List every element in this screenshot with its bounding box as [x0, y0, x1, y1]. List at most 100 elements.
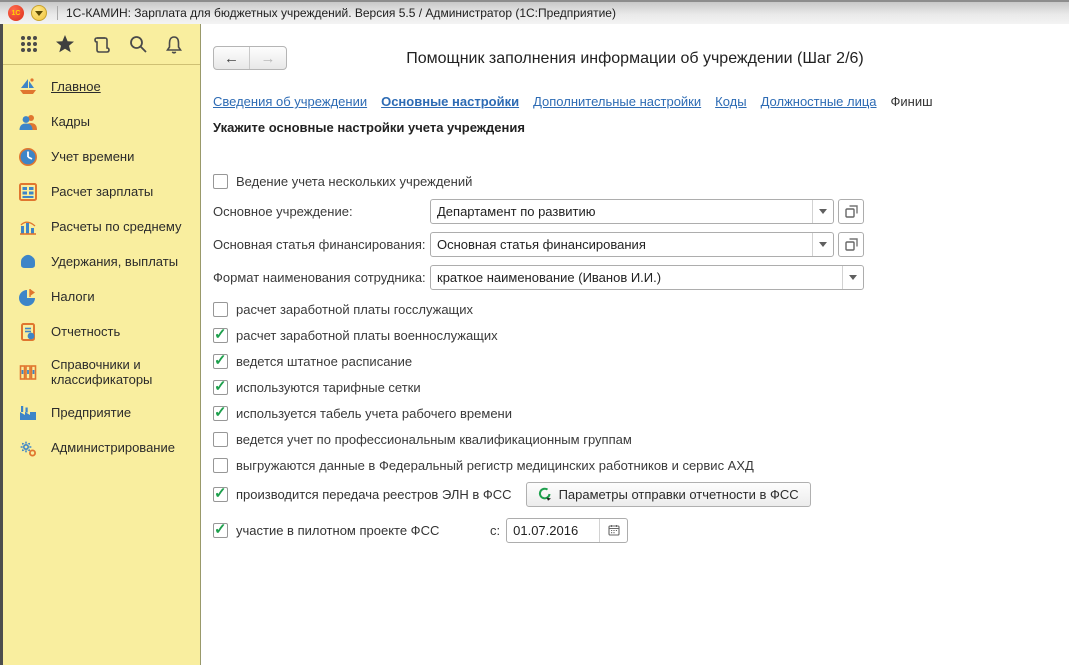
- sidebar-item-raschety-po-srednemu[interactable]: Расчеты по среднему: [3, 209, 200, 244]
- sidebar-item-nalogi[interactable]: Налоги: [3, 279, 200, 314]
- military-checkbox[interactable]: ✓: [213, 328, 228, 343]
- bar-chart-icon: [18, 217, 38, 237]
- tariff-scales-checkbox[interactable]: ✓: [213, 380, 228, 395]
- tab-svedeniya[interactable]: Сведения об учреждении: [213, 94, 367, 109]
- sidebar-item-label: Справочники и классификаторы: [51, 357, 190, 387]
- app-window: 1С 1С-КАМИН: Зарплата для бюджетных учре…: [0, 0, 1069, 665]
- factory-icon: [18, 403, 38, 423]
- dropdown-button[interactable]: [812, 233, 833, 256]
- sidebar-item-uchet-vremeni[interactable]: Учет времени: [3, 139, 200, 174]
- sidebar-item-label: Расчеты по среднему: [51, 219, 181, 234]
- pie-chart-flag-icon: [18, 287, 38, 307]
- financing-item-input[interactable]: [431, 233, 812, 256]
- open-button[interactable]: [838, 232, 864, 257]
- form-heading: Укажите основные настройки учета учрежде…: [213, 120, 1069, 135]
- staffing-table-checkbox[interactable]: ✓: [213, 354, 228, 369]
- field-label: Основное учреждение:: [213, 204, 430, 219]
- eln-fss-checkbox[interactable]: ✓: [213, 487, 228, 502]
- refresh-green-icon: [538, 487, 552, 501]
- abacus-icon: [18, 182, 38, 202]
- titlebar-divider: [57, 6, 58, 20]
- sidebar-item-label: Отчетность: [51, 324, 120, 339]
- pkg-checkbox[interactable]: ✓: [213, 432, 228, 447]
- date-prefix-label: с:: [490, 523, 500, 538]
- field-label: Формат наименования сотрудника:: [213, 270, 430, 285]
- check-icon: ✓: [214, 378, 227, 395]
- chevron-down-icon: [35, 11, 43, 16]
- sidebar-item-spravochniki[interactable]: Справочники и классификаторы: [3, 349, 200, 395]
- wizard-tabs: Сведения об учреждении Основные настройк…: [213, 94, 1069, 109]
- back-button[interactable]: ←: [214, 47, 250, 69]
- checkbox-label: ведется штатное расписание: [236, 354, 412, 369]
- pilot-date-input[interactable]: [507, 519, 599, 542]
- sidebar-item-predpriyatie[interactable]: Предприятие: [3, 395, 200, 430]
- timesheet-checkbox[interactable]: ✓: [213, 406, 228, 421]
- tab-dolzhnostnye-litsa[interactable]: Должностные лица: [761, 94, 877, 109]
- tab-osnovnye-nastroyki[interactable]: Основные настройки: [381, 94, 519, 109]
- main-institution-input[interactable]: [431, 200, 812, 223]
- sidebar-item-uderzhaniya-vyplaty[interactable]: Удержания, выплаты: [3, 244, 200, 279]
- financing-item-combo: [430, 232, 834, 257]
- sidebar-item-label: Администрирование: [51, 440, 175, 455]
- notifications-bell-icon[interactable]: [162, 32, 186, 56]
- favorites-star-icon[interactable]: [53, 32, 77, 56]
- app-body: Главное Кадры Учет времени: [0, 24, 1069, 665]
- sidebar-menu: Главное Кадры Учет времени: [3, 65, 200, 465]
- fss-pilot-checkbox[interactable]: ✓: [213, 523, 228, 538]
- sidebar-item-kadry[interactable]: Кадры: [3, 104, 200, 139]
- checkbox-label: Ведение учета нескольких учреждений: [236, 174, 472, 189]
- tariff-scales-row: ✓ используются тарифные сетки: [213, 379, 1069, 396]
- open-link-icon: [845, 205, 858, 218]
- open-link-icon: [845, 238, 858, 251]
- apps-grid-icon[interactable]: [17, 32, 41, 56]
- pkg-row: ✓ ведется учет по профессиональным квали…: [213, 431, 1069, 448]
- checkbox-label: расчет заработной платы госслужащих: [236, 302, 473, 317]
- sailboat-icon: [18, 77, 38, 97]
- forward-button[interactable]: →: [250, 47, 286, 69]
- check-icon: ✓: [214, 404, 227, 421]
- multi-org-checkbox[interactable]: ✓: [213, 174, 228, 189]
- search-icon[interactable]: [126, 32, 150, 56]
- civil-servants-checkbox[interactable]: ✓: [213, 302, 228, 317]
- employee-name-format-input[interactable]: [431, 266, 842, 289]
- federal-register-row: ✓ выгружаются данные в Федеральный регис…: [213, 457, 1069, 474]
- multi-org-row: ✓ Ведение учета нескольких учреждений: [213, 173, 1069, 190]
- arrow-right-icon: →: [261, 50, 276, 67]
- page-title: Помощник заполнения информации об учрежд…: [201, 46, 1069, 72]
- system-menu-button[interactable]: [31, 5, 47, 21]
- arrow-left-icon: ←: [224, 50, 239, 67]
- sidebar-item-administrirovanie[interactable]: Администрирование: [3, 430, 200, 465]
- employee-name-format-combo: [430, 265, 864, 290]
- history-scroll-icon[interactable]: [90, 32, 114, 56]
- tab-kody[interactable]: Коды: [715, 94, 746, 109]
- federal-register-checkbox[interactable]: ✓: [213, 458, 228, 473]
- financing-item-row: Основная статья финансирования:: [213, 231, 1069, 257]
- 1c-logo-icon: 1С: [8, 5, 24, 21]
- chevron-down-icon: [819, 242, 827, 247]
- sidebar-item-label: Учет времени: [51, 149, 134, 164]
- sidebar-item-label: Главное: [51, 79, 101, 94]
- fss-settings-button-label: Параметры отправки отчетности в ФСС: [559, 487, 799, 502]
- tab-dopolnitelnye-nastroyki[interactable]: Дополнительные настройки: [533, 94, 701, 109]
- sidebar-item-glavnoe[interactable]: Главное: [3, 69, 200, 104]
- timesheet-row: ✓ используется табель учета рабочего вре…: [213, 405, 1069, 422]
- sidebar-item-label: Расчет зарплаты: [51, 184, 153, 199]
- sidebar-item-raschet-zarplaty[interactable]: Расчет зарплаты: [3, 174, 200, 209]
- check-icon: ✓: [214, 485, 227, 502]
- open-button[interactable]: [838, 199, 864, 224]
- pilot-date-combo: [506, 518, 628, 543]
- fss-settings-button[interactable]: Параметры отправки отчетности в ФСС: [526, 482, 811, 507]
- dropdown-button[interactable]: [812, 200, 833, 223]
- sidebar: Главное Кадры Учет времени: [0, 24, 201, 665]
- calendar-button[interactable]: [599, 519, 627, 542]
- eln-fss-row: ✓ производится передача реестров ЭЛН в Ф…: [213, 481, 1069, 507]
- clock-icon: [18, 147, 38, 167]
- history-buttons: ← →: [213, 46, 287, 70]
- settings-form: ✓ Ведение учета нескольких учреждений Ос…: [213, 173, 1069, 543]
- checkbox-label: участие в пилотном проекте ФСС: [236, 523, 490, 538]
- dropdown-button[interactable]: [842, 266, 863, 289]
- sidebar-item-otchetnost[interactable]: Отчетность: [3, 314, 200, 349]
- fss-pilot-row: ✓ участие в пилотном проекте ФСС с:: [213, 517, 1069, 543]
- main-content: ← → Помощник заполнения информации об уч…: [201, 24, 1069, 665]
- civil-servants-row: ✓ расчет заработной платы госслужащих: [213, 301, 1069, 318]
